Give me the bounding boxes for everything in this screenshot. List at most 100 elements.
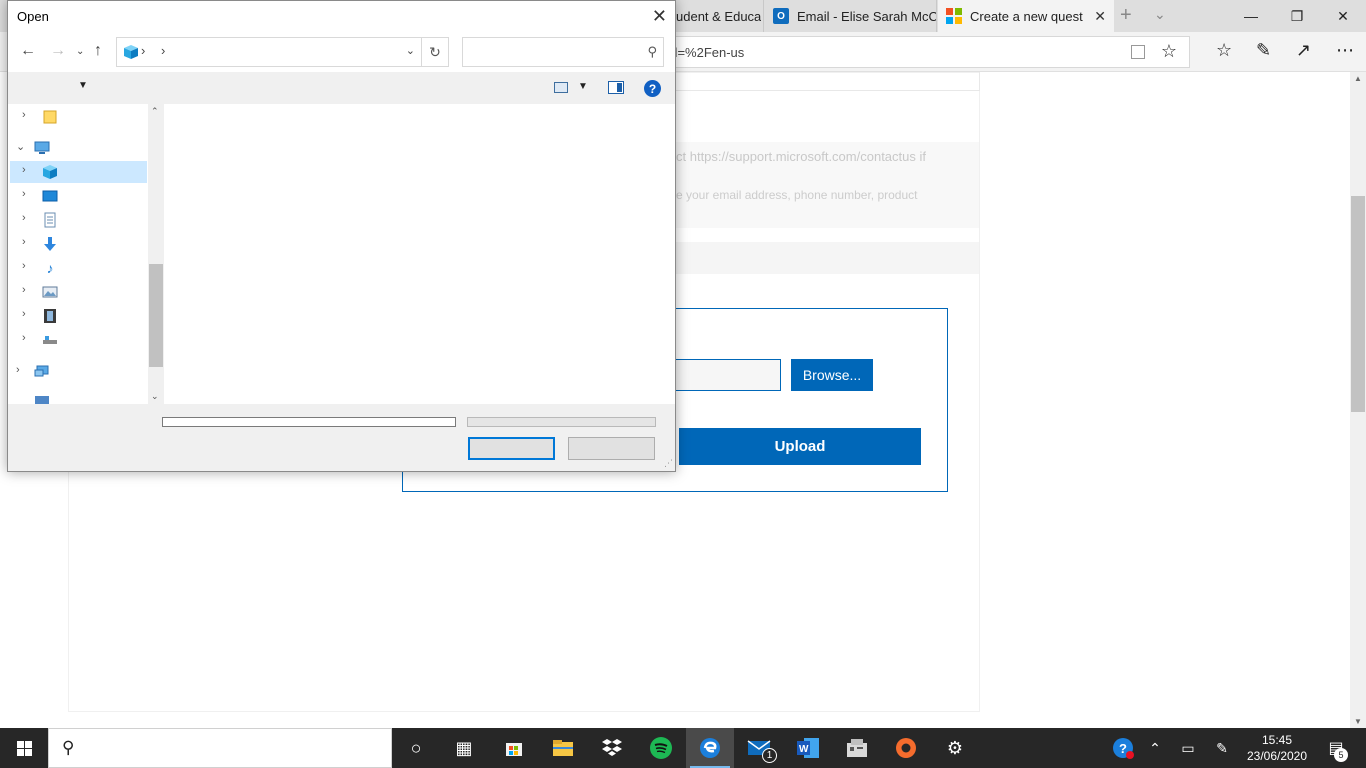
expand-chevron-icon[interactable]: ›	[22, 188, 26, 200]
start-button[interactable]	[0, 728, 48, 768]
open-file-dialog: Open ✕ ← → ⌄ ↑ › › ⌄ ↻ ⚲ ▼ ▼ ? › ⌄ › › ›…	[7, 0, 676, 472]
collapse-chevron-icon[interactable]: ⌄	[16, 140, 25, 153]
dialog-titlebar: Open ✕	[8, 1, 675, 32]
scroll-up-icon[interactable]: ▲	[1354, 74, 1362, 83]
expand-chevron-icon[interactable]: ›	[22, 332, 26, 344]
path-separator-icon[interactable]: ›	[161, 43, 165, 58]
edge-icon[interactable]	[686, 728, 734, 768]
path-separator-icon[interactable]: ›	[141, 43, 145, 58]
upload-button[interactable]: Upload	[679, 428, 921, 465]
task-view-icon[interactable]: ▦	[440, 728, 488, 768]
dropbox-icon[interactable]	[588, 728, 636, 768]
cortana-icon[interactable]: ○	[392, 728, 440, 768]
show-hidden-icons-icon[interactable]: ⌃	[1144, 728, 1166, 768]
settings-icon[interactable]: ⚙	[931, 728, 979, 768]
expand-chevron-icon[interactable]: ›	[22, 109, 26, 121]
tab-student-education[interactable]: udent & Educa	[676, 0, 764, 32]
battery-icon[interactable]: ▭	[1176, 728, 1200, 768]
taskbar-search-box[interactable]: ⚲	[48, 728, 392, 768]
pen-icon[interactable]: ✎	[1256, 40, 1271, 61]
scrollbar-thumb[interactable]	[1351, 196, 1365, 412]
expand-chevron-icon[interactable]: ›	[22, 260, 26, 272]
help-icon[interactable]: ?	[644, 80, 661, 97]
share-icon[interactable]: ↗	[1296, 40, 1311, 61]
nav-item-3d-objects[interactable]: ›	[10, 161, 147, 183]
nav-pane-scrollbar[interactable]: ⌃ ⌄	[148, 104, 164, 404]
nav-item-music[interactable]: › ♪	[10, 257, 147, 279]
dialog-close-icon[interactable]: ✕	[652, 6, 667, 27]
file-path-field[interactable]	[676, 359, 781, 391]
scroll-down-icon[interactable]: ▼	[1354, 717, 1362, 726]
pictures-icon	[42, 284, 58, 300]
nav-item-this-pc[interactable]: ⌄	[10, 137, 147, 159]
action-center-icon[interactable]: ▤ 5	[1316, 728, 1356, 768]
nav-item-quick-access[interactable]: ›	[10, 106, 147, 128]
expand-chevron-icon[interactable]: ›	[22, 236, 26, 248]
file-type-select[interactable]	[467, 417, 656, 427]
path-bar[interactable]: › › ⌄	[116, 37, 422, 67]
new-tab-icon[interactable]: +	[1120, 4, 1132, 27]
nav-item-videos[interactable]: ›	[10, 305, 147, 327]
more-icon[interactable]: ⋯	[1336, 40, 1354, 61]
nav-item-documents[interactable]: ›	[10, 209, 147, 231]
forward-arrow-icon[interactable]: →	[50, 42, 66, 60]
file-list-pane[interactable]	[164, 104, 675, 404]
restore-icon[interactable]: ❐	[1274, 0, 1320, 32]
recent-locations-chevron-icon[interactable]: ⌄	[76, 46, 84, 57]
nav-item-local-disk[interactable]: ›	[10, 329, 147, 351]
expand-chevron-icon[interactable]: ›	[22, 284, 26, 296]
store-icon[interactable]	[490, 728, 538, 768]
pen-workspace-icon[interactable]: ✎	[1210, 728, 1234, 768]
nav-item-desktop[interactable]: ›	[10, 185, 147, 207]
up-arrow-icon[interactable]: ↑	[94, 42, 102, 60]
app-icon[interactable]	[833, 728, 881, 768]
change-view-icon[interactable]	[554, 82, 568, 93]
nav-item-network[interactable]: ›	[10, 361, 147, 383]
address-bar[interactable]: url=%2Fen-us ☆	[640, 36, 1190, 68]
tab-label: Create a new quest	[970, 8, 1083, 24]
nav-item-pictures[interactable]: ›	[10, 281, 147, 303]
mail-icon[interactable]: 1	[735, 728, 783, 768]
expand-chevron-icon[interactable]: ›	[22, 308, 26, 320]
tab-email[interactable]: O Email - Elise Sarah McC	[765, 0, 937, 32]
spotify-icon[interactable]	[637, 728, 685, 768]
favorite-star-icon[interactable]: ☆	[1161, 41, 1177, 62]
scroll-up-icon[interactable]: ⌃	[151, 106, 159, 117]
navigation-pane[interactable]: › ⌄ › › › › › ♪ › › › ›	[8, 104, 164, 404]
browse-button[interactable]: Browse...	[791, 359, 873, 391]
info-text-line1: ct https://support.microsoft.com/contact…	[676, 149, 926, 164]
back-arrow-icon[interactable]: ←	[20, 42, 36, 60]
file-name-input[interactable]	[162, 417, 456, 427]
organize-dropdown-icon[interactable]: ▼	[78, 80, 88, 91]
clock[interactable]: 15:45 23/06/2020	[1246, 732, 1308, 764]
dialog-search-input[interactable]	[467, 42, 637, 62]
preview-pane-icon[interactable]	[608, 81, 624, 94]
cancel-button[interactable]	[568, 437, 655, 460]
close-tab-icon[interactable]: ✕	[1094, 8, 1106, 25]
help-tray-icon[interactable]: ?	[1110, 728, 1136, 768]
nav-item-control-panel[interactable]	[10, 392, 147, 404]
path-dropdown-icon[interactable]: ⌄	[406, 44, 415, 57]
expand-chevron-icon[interactable]: ›	[22, 212, 26, 224]
svg-text:?: ?	[1119, 741, 1127, 756]
view-dropdown-icon[interactable]: ▼	[578, 81, 588, 92]
open-button[interactable]	[468, 437, 555, 460]
reading-view-icon[interactable]	[1131, 45, 1145, 59]
scroll-down-icon[interactable]: ⌄	[151, 391, 159, 402]
minimize-icon[interactable]: —	[1228, 0, 1274, 32]
word-icon[interactable]: W	[784, 728, 832, 768]
favorites-icon[interactable]: ☆	[1216, 40, 1232, 61]
page-scrollbar[interactable]: ▲ ▼	[1350, 72, 1366, 728]
file-explorer-icon[interactable]	[539, 728, 587, 768]
tab-list-chevron-icon[interactable]: ⌄	[1154, 6, 1166, 23]
close-window-icon[interactable]: ✕	[1320, 0, 1366, 32]
scrollbar-thumb[interactable]	[149, 264, 163, 367]
expand-chevron-icon[interactable]: ›	[16, 364, 20, 376]
origin-icon[interactable]	[882, 728, 930, 768]
tab-create-question[interactable]: Create a new quest ✕	[938, 0, 1114, 32]
resize-grip-icon[interactable]: ⋰	[664, 458, 673, 469]
refresh-icon[interactable]: ↻	[421, 37, 449, 67]
nav-item-downloads[interactable]: ›	[10, 233, 147, 255]
dialog-search-box[interactable]: ⚲	[462, 37, 664, 67]
expand-chevron-icon[interactable]: ›	[22, 164, 26, 176]
